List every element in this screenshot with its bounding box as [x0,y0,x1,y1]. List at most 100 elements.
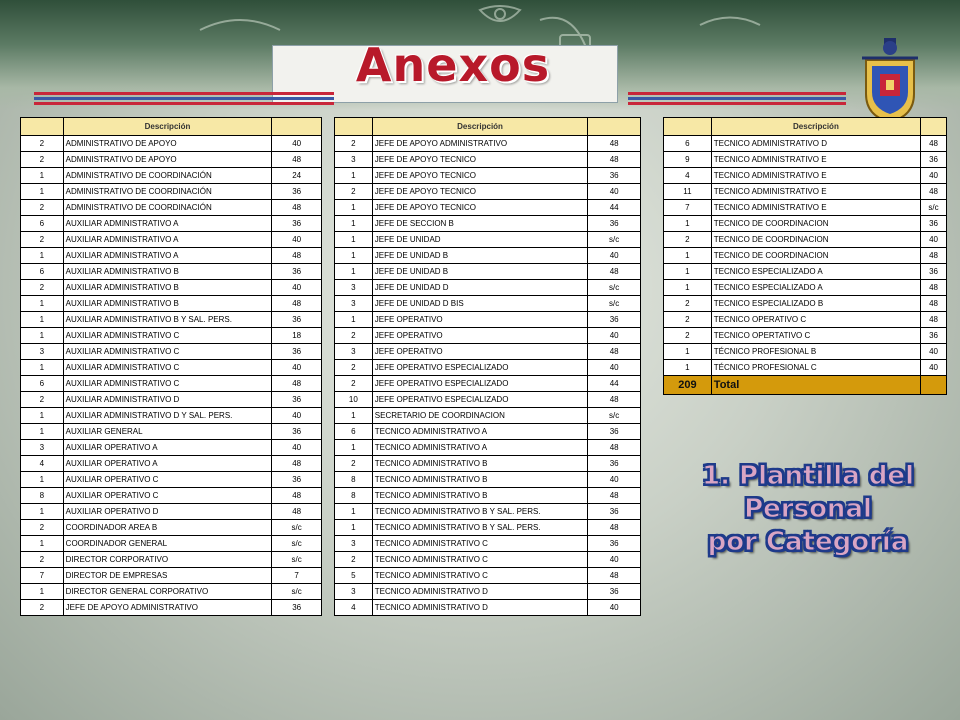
table-row: 1 JEFE DE UNIDAD B 40 [334,247,641,264]
description-cell: AUXILIAR OPERATIVO C [62,487,273,504]
table-row: 1 DIRECTOR GENERAL CORPORATIVO s/c [20,583,322,600]
quantity-cell: 1 [663,343,712,360]
description-cell: DIRECTOR CORPORATIVO [62,551,273,568]
page-title: Anexos [355,38,551,92]
quantity-cell: 1 [334,439,373,456]
table-row: 1 JEFE DE UNIDAD s/c [334,231,641,248]
description-cell: JEFE DE UNIDAD B [371,247,589,264]
hours-cell: 40 [920,343,947,360]
hours-cell: 36 [271,391,322,408]
hours-cell: 36 [587,503,641,520]
description-cell: COORDINADOR AREA B [62,519,273,536]
quantity-cell: 1 [20,407,64,424]
description-cell: TECNICO ADMINISTRATIVO E [710,167,922,184]
hours-cell: 36 [271,183,322,200]
hours-cell: 48 [587,135,641,152]
table-row: 4 TECNICO ADMINISTRATIVO D 40 [334,599,641,616]
description-cell: TECNICO ADMINISTRATIVO C [371,551,589,568]
quantity-cell: 3 [334,535,373,552]
header-cell [587,117,641,136]
quantity-cell: 1 [334,503,373,520]
description-cell: AUXILIAR OPERATIVO D [62,503,273,520]
quantity-cell: 6 [20,375,64,392]
table-row: 3 AUXILIAR ADMINISTRATIVO C 36 [20,343,322,360]
table-row: 6 TECNICO ADMINISTRATIVO A 36 [334,423,641,440]
table-row: 5 TECNICO ADMINISTRATIVO C 48 [334,567,641,584]
hours-cell: 36 [587,583,641,600]
hours-cell: 36 [271,263,322,280]
hours-cell: 36 [587,167,641,184]
description-cell: DIRECTOR GENERAL CORPORATIVO [62,583,273,600]
description-cell: ADMINISTRATIVO DE APOYO [62,135,273,152]
hours-cell: 40 [587,359,641,376]
description-cell: DIRECTOR DE EMPRESAS [62,567,273,584]
quantity-cell: 1 [20,503,64,520]
quantity-cell: 4 [20,455,64,472]
hours-cell: 48 [271,503,322,520]
header-banner: Anexos [0,0,960,110]
quantity-cell: 3 [334,151,373,168]
quantity-cell: 2 [334,327,373,344]
quantity-cell: 7 [663,199,712,216]
description-cell: AUXILIAR ADMINISTRATIVO A [62,231,273,248]
table-row: 2 JEFE DE APOYO ADMINISTRATIVO 36 [20,599,322,616]
table-row: 1 SECRETARIO DE COORDINACION s/c [334,407,641,424]
description-cell: JEFE DE APOYO ADMINISTRATIVO [62,599,273,616]
table-row: 1 JEFE DE APOYO TECNICO 44 [334,199,641,216]
table-row: 10 JEFE OPERATIVO ESPECIALIZADO 48 [334,391,641,408]
hours-cell: 48 [271,487,322,504]
table-row: 1 AUXILIAR GENERAL 36 [20,423,322,440]
description-cell: JEFE DE UNIDAD B [371,263,589,280]
hours-cell: 36 [587,311,641,328]
table-row: 2 TECNICO OPERTATIVO C 36 [663,327,947,344]
quantity-cell: 3 [334,583,373,600]
table-row: 6 AUXILIAR ADMINISTRATIVO B 36 [20,263,322,280]
hours-cell: 48 [587,519,641,536]
quantity-cell: 1 [20,295,64,312]
table-row: 3 JEFE DE UNIDAD Ds/c [334,279,641,296]
table-row: 2 ADMINISTRATIVO DE COORDINACIÓN 48 [20,199,322,216]
quantity-cell: 5 [334,567,373,584]
table-row: 2 COORDINADOR AREA Bs/c [20,519,322,536]
right-stripes [628,92,846,106]
table-row: 1 AUXILIAR ADMINISTRATIVO C 18 [20,327,322,344]
table-row: 2 DIRECTOR CORPORATIVO s/c [20,551,322,568]
table-3: Descripción 6 TECNICO ADMINISTRATIVO D 48 9… [663,117,947,395]
table-row: 6 TECNICO ADMINISTRATIVO D 48 [663,135,947,152]
table-row: 1 TÉCNICO PROFESIONAL B 40 [663,343,947,360]
hours-cell: s/c [920,199,947,216]
description-header: Descripción [371,117,589,136]
table-row: 2 ADMINISTRATIVO DE APOYO 40 [20,135,322,152]
table-row: 2 TECNICO OPERATIVO C 48 [663,311,947,328]
description-cell: JEFE OPERATIVO [371,327,589,344]
hours-cell: 40 [920,359,947,376]
quantity-cell: 2 [20,151,64,168]
table-row: 2 JEFE DE APOYO TECNICO 40 [334,183,641,200]
description-cell: TECNICO ADMINISTRATIVO D [371,599,589,616]
hours-cell: 40 [587,551,641,568]
description-header: Descripción [710,117,922,136]
hours-cell: 48 [271,151,322,168]
description-cell: AUXILIAR ADMINISTRATIVO C [62,359,273,376]
description-cell: JEFE DE UNIDAD D BIS [371,295,589,312]
quantity-cell: 1 [20,167,64,184]
table-row: 8 AUXILIAR OPERATIVO C 48 [20,487,322,504]
table-row: 2 AUXILIAR ADMINISTRATIVO D 36 [20,391,322,408]
table-row: 1 ADMINISTRATIVO DE COORDINACIÓN 24 [20,167,322,184]
description-cell: JEFE DE APOYO ADMINISTRATIVO [371,135,589,152]
hours-cell: 48 [271,199,322,216]
hours-cell: 48 [920,279,947,296]
quantity-cell: 1 [20,423,64,440]
description-cell: TECNICO ESPECIALIZADO A [710,279,922,296]
description-cell: JEFE DE APOYO TECNICO [371,151,589,168]
description-cell: TECNICO ADMINISTRATIVO E [710,151,922,168]
hours-cell: 48 [587,439,641,456]
quantity-cell: 1 [334,519,373,536]
coat-of-arms-icon [862,38,918,124]
table-row: 6 AUXILIAR ADMINISTRATIVO A 36 [20,215,322,232]
description-cell: AUXILIAR ADMINISTRATIVO B [62,279,273,296]
description-cell: JEFE OPERATIVO [371,311,589,328]
quantity-cell: 1 [20,471,64,488]
left-stripes [34,92,334,106]
hours-cell: s/c [271,519,322,536]
